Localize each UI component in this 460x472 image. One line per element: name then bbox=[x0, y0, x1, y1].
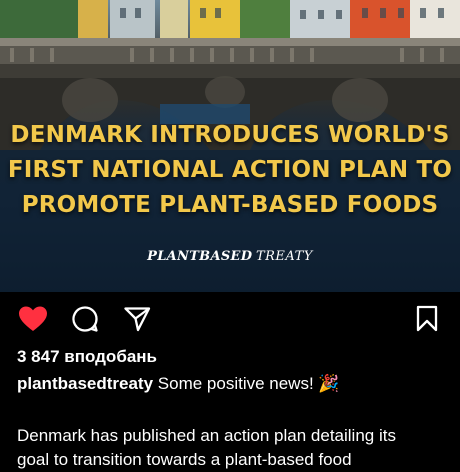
share-button[interactable] bbox=[120, 302, 154, 336]
comment-icon bbox=[72, 306, 98, 332]
share-icon bbox=[124, 307, 151, 332]
headline-line: PROMOTE PLANT-BASED FOODS bbox=[21, 192, 439, 218]
post-headline: DENMARK INTRODUCES WORLD'S FIRST NATIONA… bbox=[0, 118, 460, 223]
headline-line: FIRST NATIONAL ACTION PLAN TO bbox=[7, 157, 453, 183]
post-actions bbox=[0, 302, 460, 336]
caption-username[interactable]: plantbasedtreaty bbox=[17, 374, 153, 393]
brand-logo-part2: TREATY bbox=[255, 249, 313, 264]
save-button[interactable] bbox=[410, 302, 444, 336]
likes-count[interactable]: 3 847 вподобань bbox=[17, 347, 157, 367]
body-line: Denmark has published an action plan det… bbox=[17, 426, 396, 445]
bookmark-icon bbox=[416, 305, 438, 332]
brand-logo-part1: PLANTBASED bbox=[147, 249, 253, 264]
caption-text: Some positive news! 🎉 bbox=[157, 374, 340, 393]
headline-line: DENMARK INTRODUCES WORLD'S bbox=[10, 122, 450, 148]
post-body-text: Denmark has published an action plan det… bbox=[17, 424, 457, 472]
comment-button[interactable] bbox=[68, 302, 102, 336]
post-caption: plantbasedtreaty Some positive news! 🎉 bbox=[17, 374, 340, 394]
body-line: goal to transition towards a plant-based… bbox=[17, 450, 352, 469]
post-image[interactable]: DENMARK INTRODUCES WORLD'S FIRST NATIONA… bbox=[0, 0, 460, 292]
brand-logo: PLANTBASED TREATY bbox=[0, 248, 460, 264]
heart-icon bbox=[19, 306, 47, 331]
like-button[interactable] bbox=[16, 302, 50, 336]
